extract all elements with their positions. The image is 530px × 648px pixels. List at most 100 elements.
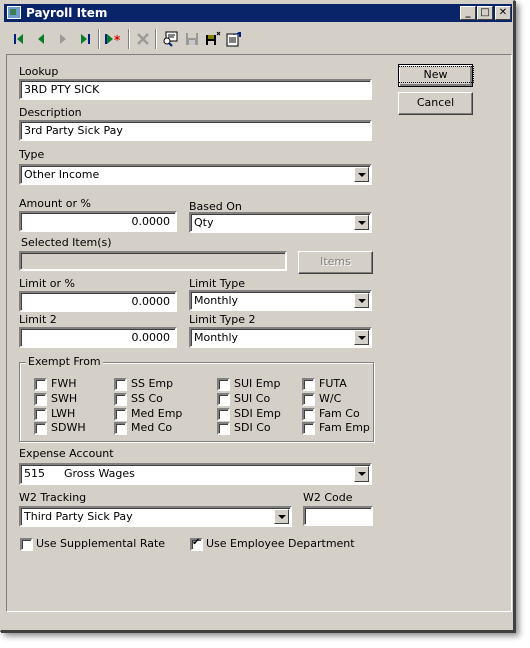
new-record-icon: * <box>105 33 121 45</box>
last-record-button[interactable] <box>76 30 94 48</box>
exempt-ss-co-checkbox[interactable] <box>114 393 127 406</box>
chevron-down-icon[interactable] <box>354 215 369 230</box>
items-button: Items <box>298 251 373 274</box>
toolbar: * <box>4 26 512 52</box>
status-bar <box>6 614 512 630</box>
w2-code-input[interactable] <box>303 506 373 526</box>
limit2-input[interactable]: 0.0000 <box>19 327 177 348</box>
use-supplemental-rate-checkbox[interactable] <box>20 538 33 551</box>
exempt-ss-co-label: SS Co <box>131 392 163 405</box>
exempt-fwh-checkbox[interactable] <box>34 378 47 391</box>
exempt-fam-emp-checkbox[interactable] <box>302 422 315 435</box>
svg-text:*: * <box>114 33 121 45</box>
cancel-button[interactable]: Cancel <box>398 92 473 115</box>
exempt-sdi-emp-label: SDI Emp <box>234 407 281 420</box>
expense-account-select[interactable]: 515 Gross Wages <box>19 463 372 485</box>
exempt-wc-checkbox[interactable] <box>302 393 315 406</box>
exempt-futa-checkbox[interactable] <box>302 378 315 391</box>
new-button[interactable]: New <box>397 64 474 87</box>
limit-type2-value: Monthly <box>194 331 239 344</box>
exempt-sui-emp-checkbox[interactable] <box>217 378 230 391</box>
selected-items-field <box>19 251 287 271</box>
based-on-value: Qty <box>194 216 214 229</box>
limit-type2-select[interactable]: Monthly <box>189 327 372 348</box>
exempt-sui-co-checkbox[interactable] <box>217 393 230 406</box>
selected-items-label: Selected Item(s) <box>21 236 112 249</box>
expense-account-name: Gross Wages <box>64 467 135 480</box>
chevron-down-icon[interactable] <box>354 167 369 182</box>
lookup-input[interactable]: 3RD PTY SICK <box>19 79 372 100</box>
limit-input[interactable]: 0.0000 <box>19 291 177 312</box>
exempt-fam-co-checkbox[interactable] <box>302 408 315 421</box>
exempt-ss-emp-label: SS Emp <box>131 377 174 390</box>
properties-button[interactable] <box>225 30 243 48</box>
exempt-fwh-label: FWH <box>51 377 77 390</box>
use-employee-department-label: Use Employee Department <box>206 537 355 550</box>
expense-account-label: Expense Account <box>19 447 114 460</box>
w2-tracking-select[interactable]: Third Party Sick Pay <box>19 506 292 527</box>
limit-type2-label: Limit Type 2 <box>189 313 256 326</box>
exempt-med-emp-label: Med Emp <box>131 407 183 420</box>
properties-icon <box>226 32 241 47</box>
save-button[interactable] <box>183 30 201 48</box>
limit-type-label: Limit Type <box>189 277 246 290</box>
amount-input[interactable]: 0.0000 <box>19 211 177 232</box>
exempt-wc-label: W/C <box>319 392 342 405</box>
toolbar-separator <box>98 29 100 49</box>
delete-icon <box>137 33 149 45</box>
chevron-down-icon[interactable] <box>354 293 369 308</box>
limit2-label: Limit 2 <box>19 313 57 326</box>
use-supplemental-rate-label: Use Supplemental Rate <box>36 537 166 550</box>
exempt-from-legend: Exempt From <box>26 355 103 368</box>
chevron-down-icon[interactable] <box>354 330 369 345</box>
exempt-swh-checkbox[interactable] <box>34 393 47 406</box>
exempt-med-co-checkbox[interactable] <box>114 422 127 435</box>
exempt-med-co-label: Med Co <box>131 421 173 434</box>
first-record-button[interactable] <box>10 30 28 48</box>
amount-label: Amount or % <box>19 197 91 210</box>
new-button-label: New <box>397 66 474 83</box>
toolbar-separator <box>155 29 157 49</box>
minimize-button[interactable]: _ <box>460 6 476 20</box>
exempt-sdi-co-checkbox[interactable] <box>217 422 230 435</box>
description-label: Description <box>19 106 82 119</box>
window-title: Payroll Item <box>26 6 108 20</box>
exempt-sdwh-checkbox[interactable] <box>34 422 47 435</box>
exempt-sdi-emp-checkbox[interactable] <box>217 408 230 421</box>
based-on-select[interactable]: Qty <box>189 212 372 233</box>
exempt-lwh-label: LWH <box>51 407 76 420</box>
type-value: Other Income <box>24 168 100 181</box>
w2-tracking-label: W2 Tracking <box>19 491 87 504</box>
save-icon <box>186 33 198 45</box>
exempt-lwh-checkbox[interactable] <box>34 408 47 421</box>
expense-account-code: 515 <box>24 467 45 480</box>
use-employee-department-checkbox[interactable] <box>190 537 203 551</box>
exempt-futa-label: FUTA <box>319 377 347 390</box>
exempt-swh-label: SWH <box>51 392 78 405</box>
payroll-item-window: Payroll Item _ □ ✕ * Lookup 3RD PTY SICK… <box>0 0 515 632</box>
description-input[interactable]: 3rd Party Sick Pay <box>19 120 372 141</box>
chevron-down-icon[interactable] <box>274 509 289 524</box>
exempt-ss-emp-checkbox[interactable] <box>114 378 127 391</box>
maximize-button[interactable]: □ <box>477 6 493 20</box>
type-select[interactable]: Other Income <box>19 164 372 185</box>
limit-type-select[interactable]: Monthly <box>189 290 372 311</box>
exempt-med-emp-checkbox[interactable] <box>114 408 127 421</box>
next-icon <box>60 34 66 44</box>
next-record-button[interactable] <box>54 30 72 48</box>
find-button[interactable] <box>161 30 179 48</box>
chevron-down-icon[interactable] <box>354 466 369 482</box>
first-icon <box>14 34 23 44</box>
w2-code-label: W2 Code <box>303 491 353 504</box>
previous-icon <box>38 34 44 44</box>
app-icon <box>7 6 21 19</box>
previous-record-button[interactable] <box>32 30 50 48</box>
close-button[interactable]: ✕ <box>495 6 511 20</box>
delete-record-button[interactable] <box>134 30 152 48</box>
new-record-button[interactable]: * <box>103 30 125 48</box>
save-close-button[interactable] <box>204 30 222 48</box>
title-bar[interactable]: Payroll Item _ □ ✕ <box>4 4 512 22</box>
toolbar-separator <box>128 29 130 49</box>
exempt-sdwh-label: SDWH <box>51 421 86 434</box>
exempt-sdi-co-label: SDI Co <box>234 421 271 434</box>
